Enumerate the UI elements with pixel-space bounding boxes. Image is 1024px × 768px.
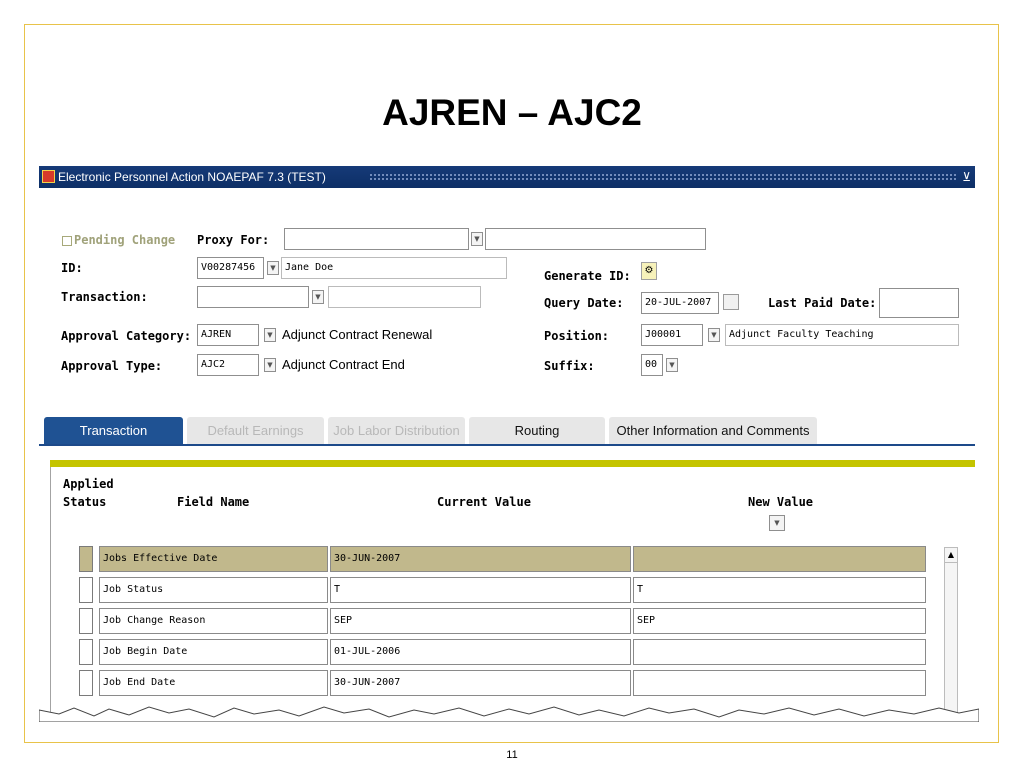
id-label: ID: <box>61 261 83 275</box>
suffix-input[interactable]: 00 <box>641 354 663 376</box>
new-value-cell[interactable] <box>633 639 926 665</box>
approval-category-input[interactable]: AJREN <box>197 324 259 346</box>
app-icon <box>42 170 55 183</box>
proxy-for-name-field <box>485 228 706 250</box>
calendar-icon[interactable] <box>723 294 739 310</box>
window-titlebar: Electronic Personnel Action NOAEPAF 7.3 … <box>39 166 975 188</box>
proxy-for-input[interactable] <box>284 228 469 250</box>
field-name-cell: Job Status <box>99 577 328 603</box>
last-paid-date-field <box>879 288 959 318</box>
section-divider <box>50 460 975 467</box>
new-value-header: New Value <box>748 495 814 509</box>
new-value-cell[interactable]: SEP <box>633 608 926 634</box>
field-name-cell: Job Change Reason <box>99 608 328 634</box>
current-value-cell: SEP <box>330 608 631 634</box>
last-paid-date-label: Last Paid Date: <box>768 296 877 310</box>
field-name-cell: Job Begin Date <box>99 639 328 665</box>
slide-title: AJREN – AJC2 <box>382 92 642 133</box>
current-value-cell: T <box>330 577 631 603</box>
approval-type-desc: Adjunct Contract End <box>282 357 405 372</box>
tab-other-information[interactable]: Other Information and Comments <box>609 417 817 445</box>
position-desc-field: Adjunct Faculty Teaching <box>725 324 959 346</box>
current-value-header: Current Value <box>437 495 531 509</box>
generate-id-label: Generate ID: <box>544 269 631 283</box>
approval-type-input[interactable]: AJC2 <box>197 354 259 376</box>
current-value-cell: 01-JUL-2006 <box>330 639 631 665</box>
approval-category-dropdown[interactable]: ▼ <box>264 328 276 342</box>
applied-header: Applied <box>63 477 114 491</box>
pending-change-label: Pending Change <box>74 233 176 247</box>
transaction-grid: Applied Status Field Name Current Value … <box>50 467 975 718</box>
approval-type-label: Approval Type: <box>61 359 163 373</box>
applied-checkbox[interactable] <box>79 639 93 665</box>
new-value-cell[interactable] <box>633 546 926 572</box>
applied-checkbox[interactable] <box>79 670 93 696</box>
generate-id-icon[interactable]: ⚙ <box>641 262 657 280</box>
tab-routing[interactable]: Routing <box>469 417 605 445</box>
window-title: Electronic Personnel Action NOAEPAF 7.3 … <box>58 170 326 184</box>
approval-type-dropdown[interactable]: ▼ <box>264 358 276 372</box>
field-name-cell: Job End Date <box>99 670 328 696</box>
proxy-for-dropdown[interactable]: ▼ <box>471 232 483 246</box>
new-value-dropdown[interactable]: ▼ <box>769 515 785 531</box>
applied-checkbox[interactable] <box>79 608 93 634</box>
scroll-up-icon[interactable]: ▲ <box>945 548 957 563</box>
approval-category-label: Approval Category: <box>61 329 192 343</box>
position-dropdown[interactable]: ▼ <box>708 328 720 342</box>
current-value-cell: 30-JUN-2007 <box>330 546 631 572</box>
transaction-desc-field <box>328 286 481 308</box>
suffix-label: Suffix: <box>544 359 595 373</box>
transaction-input[interactable] <box>197 286 309 308</box>
titlebar-pattern <box>369 173 957 181</box>
field-name-header: Field Name <box>177 495 250 509</box>
field-name-cell: Jobs Effective Date <box>99 546 328 572</box>
vertical-scrollbar[interactable]: ▲ <box>944 547 958 718</box>
applied-checkbox[interactable] <box>79 577 93 603</box>
pending-change-checkbox[interactable] <box>62 236 72 246</box>
id-input[interactable]: V00287456 <box>197 257 264 279</box>
new-value-cell[interactable] <box>633 670 926 696</box>
transaction-label: Transaction: <box>61 290 148 304</box>
suffix-dropdown[interactable]: ▼ <box>666 358 678 372</box>
id-dropdown[interactable]: ▼ <box>267 261 279 275</box>
tab-underline <box>39 444 975 446</box>
approval-category-desc: Adjunct Contract Renewal <box>282 327 433 342</box>
position-label: Position: <box>544 329 610 343</box>
id-name-field: Jane Doe <box>281 257 507 279</box>
torn-edge <box>39 706 979 722</box>
query-date-label: Query Date: <box>544 296 624 310</box>
position-input[interactable]: J00001 <box>641 324 703 346</box>
minimize-icon[interactable]: ⊻ <box>962 166 971 188</box>
tab-transaction[interactable]: Transaction <box>44 417 183 445</box>
banner-window: Electronic Personnel Action NOAEPAF 7.3 … <box>39 166 975 718</box>
tab-default-earnings[interactable]: Default Earnings <box>187 417 324 445</box>
query-date-input[interactable]: 20-JUL-2007 <box>641 292 719 314</box>
proxy-for-label: Proxy For: <box>197 233 270 247</box>
current-value-cell: 30-JUN-2007 <box>330 670 631 696</box>
tab-job-labor-distribution[interactable]: Job Labor Distribution <box>328 417 465 445</box>
applied-checkbox[interactable] <box>79 546 93 572</box>
page-number: 11 <box>506 749 518 761</box>
transaction-dropdown[interactable]: ▼ <box>312 290 324 304</box>
new-value-cell[interactable]: T <box>633 577 926 603</box>
status-header: Status <box>63 495 107 509</box>
